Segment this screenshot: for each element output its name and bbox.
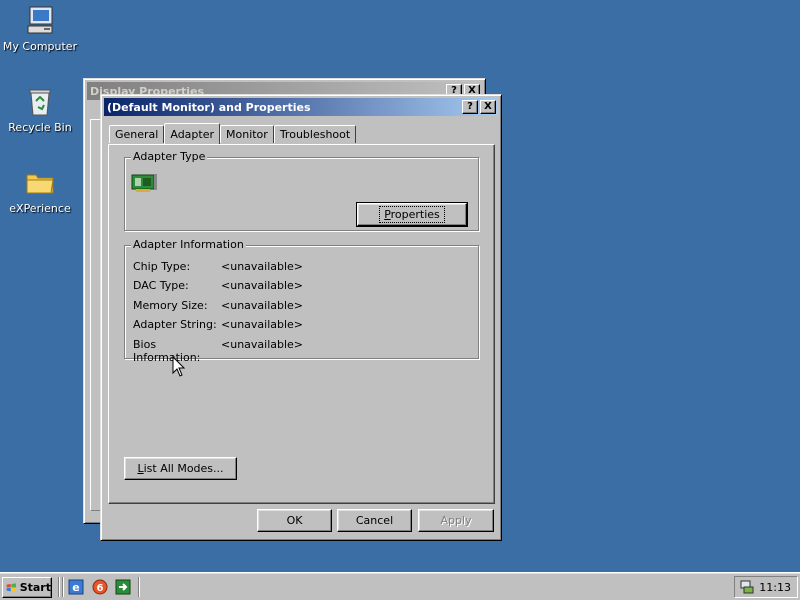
- windows-logo-icon: [6, 582, 17, 592]
- adapter-properties-button[interactable]: Properties: [356, 202, 468, 227]
- info-row-memory-size: Memory Size: <unavailable>: [133, 299, 303, 312]
- close-button[interactable]: X: [480, 100, 496, 114]
- desktop-icon-label: My Computer: [2, 40, 78, 53]
- taskbar-separator: [138, 577, 140, 597]
- network-tray-icon[interactable]: [739, 579, 755, 598]
- show-desktop-icon[interactable]: [115, 579, 131, 595]
- dialog-title: (Default Monitor) and Properties: [107, 100, 311, 114]
- desktop-icon-experience[interactable]: eXPerience: [0, 166, 80, 215]
- internet-explorer-icon[interactable]: e: [68, 579, 84, 595]
- info-key: Chip Type:: [133, 260, 191, 273]
- svg-text:e: e: [72, 581, 79, 594]
- tab-troubleshoot[interactable]: Troubleshoot: [273, 125, 357, 143]
- tab-general-label: General: [115, 128, 159, 141]
- start-button[interactable]: Start: [2, 577, 52, 598]
- info-key: DAC Type:: [133, 279, 189, 292]
- info-row-adapter-string: Adapter String: <unavailable>: [133, 318, 303, 331]
- button-label: ist All Modes...: [143, 462, 224, 475]
- list-all-modes-button[interactable]: List All Modes...: [124, 457, 237, 480]
- dialog-titlebar: (Default Monitor) and Properties ? X: [104, 98, 498, 116]
- recycle-bin-icon: [24, 85, 56, 117]
- monitor-properties-dialog: (Default Monitor) and Properties ? X Gen…: [100, 94, 502, 541]
- desktop-icon-my-computer[interactable]: My Computer: [0, 4, 80, 53]
- info-value: <unavailable>: [221, 260, 304, 273]
- taskbar-separator: [58, 577, 60, 597]
- button-label: roperties: [390, 208, 440, 221]
- info-value: <unavailable>: [221, 279, 304, 292]
- tab-strip: General Adapter Monitor Troubleshoot: [109, 123, 357, 144]
- ok-button[interactable]: OK: [257, 509, 332, 532]
- info-key: Adapter String:: [133, 318, 217, 331]
- tab-adapter[interactable]: Adapter: [164, 123, 220, 144]
- folder-icon: [24, 166, 56, 198]
- start-label: Start: [19, 581, 51, 594]
- info-key: Memory Size:: [133, 299, 208, 312]
- mouse-pointer-icon: [172, 355, 186, 381]
- info-value: <unavailable>: [221, 318, 304, 331]
- my-computer-icon: [24, 4, 56, 36]
- clock[interactable]: 11:13: [759, 581, 791, 594]
- desktop-icon-label: eXPerience: [9, 202, 71, 215]
- info-row-dac-type: DAC Type: <unavailable>: [133, 279, 303, 292]
- info-row-bios-information: Bios Information: <unavailable>: [133, 338, 303, 364]
- taskbar-separator: [62, 577, 64, 597]
- info-value: <unavailable>: [221, 338, 304, 351]
- taskbar: Start e 6 11:13: [0, 572, 800, 600]
- desktop-icon-recycle-bin[interactable]: Recycle Bin: [0, 85, 80, 134]
- tab-monitor[interactable]: Monitor: [220, 125, 274, 143]
- system-tray: 11:13: [734, 576, 798, 598]
- help-button[interactable]: ?: [462, 100, 478, 114]
- tab-monitor-label: Monitor: [226, 128, 268, 141]
- adapter-information-group: Adapter Information Chip Type: <unavaila…: [124, 238, 479, 364]
- browser-icon[interactable]: 6: [92, 579, 108, 595]
- adapter-type-group: Adapter Type Properties: [124, 150, 479, 231]
- adapter-information-title: Adapter Information: [131, 238, 246, 251]
- info-row-chip-type: Chip Type: <unavailable>: [133, 260, 303, 273]
- adapter-type-title: Adapter Type: [131, 150, 208, 163]
- display-adapter-icon: [131, 172, 159, 199]
- tab-adapter-label: Adapter: [170, 127, 214, 141]
- svg-text:6: 6: [97, 583, 104, 594]
- desktop-icon-label: Recycle Bin: [8, 121, 72, 134]
- info-value: <unavailable>: [221, 299, 304, 312]
- tab-general[interactable]: General: [109, 125, 165, 143]
- apply-button[interactable]: Apply: [418, 509, 494, 532]
- cancel-button[interactable]: Cancel: [337, 509, 412, 532]
- tab-troubleshoot-label: Troubleshoot: [279, 128, 351, 141]
- adapter-tab-panel: Adapter Type Properties Adapter Informat…: [108, 144, 495, 504]
